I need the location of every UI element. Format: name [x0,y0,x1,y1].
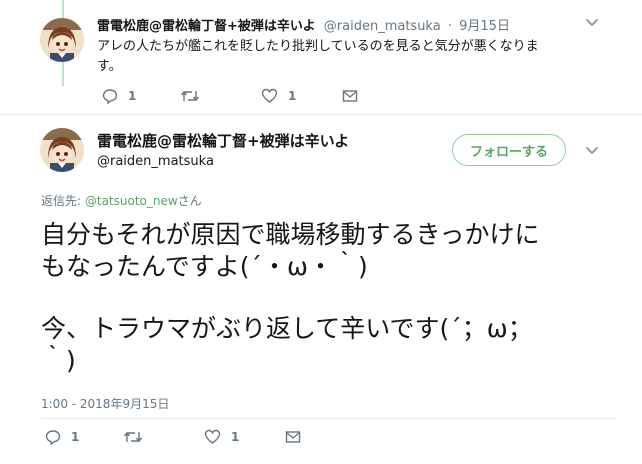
avatar[interactable] [40,128,84,172]
retweet-button[interactable] [123,429,153,445]
display-name[interactable]: 雷電松鹿@雷松輪丁督+被弾は辛いよ [97,19,316,34]
chevron-down-icon[interactable] [585,18,599,28]
like-count: 1 [288,89,297,103]
replying-to: 返信先: @tatsuoto_newさん [41,192,202,209]
like-icon [261,88,278,103]
retweet-icon [123,431,143,443]
tweet-text-line: もなったんですよ(´・ω・｀) [41,252,368,281]
user-handle[interactable]: @raiden_matsuka [324,19,441,34]
reply-button[interactable]: 1 [45,429,79,445]
tweet-text-line: す。 [97,59,122,74]
reply-icon [45,430,61,445]
like-count: 1 [231,430,240,444]
reply-count: 1 [71,430,80,444]
divider [41,418,616,419]
tweet-text-line: 今、トラウマがぶり返して辛いです(´；ω； [41,314,533,343]
tweet-actions: 1 1 [102,88,382,106]
reply-button[interactable]: 1 [102,88,136,104]
follow-button[interactable]: フォローする [452,134,566,166]
tweet-text-line: ｀) [41,346,76,375]
tweet-date[interactable]: 9月15日 [459,19,510,34]
dm-icon [285,431,301,443]
tweet-text-line: 自分もそれが原因で職場移動するきっかけに [41,220,540,249]
like-icon [204,429,221,444]
display-name[interactable]: 雷電松鹿@雷松輪丁督+被弾は辛いよ [97,130,349,151]
avatar[interactable] [40,18,84,62]
user-handle[interactable]: @raiden_matsuka [97,154,214,169]
dot-separator: · [447,19,452,34]
like-button[interactable]: 1 [261,88,296,104]
like-button[interactable]: 1 [204,429,239,445]
tweet-text-line: アレの人たちが艦これを貶したり批判しているのを見ると気分が悪くなりま [97,39,539,54]
tweet-timestamp[interactable]: 1:00 - 2018年9月15日 [41,395,169,412]
chevron-down-icon[interactable] [585,146,599,156]
retweet-button[interactable] [180,88,210,104]
tweet-actions: 1 1 [45,429,325,447]
reply-to-suffix: さん [177,194,202,208]
tweet-header: 雷電松鹿@雷松輪丁督+被弾は辛いよ @raiden_matsuka · 9月15… [97,15,510,34]
dm-button[interactable] [285,429,301,445]
reply-to-prefix: 返信先: [41,194,85,208]
reply-to-handle[interactable]: @tatsuoto_new [85,194,178,208]
retweet-icon [180,90,200,102]
divider [0,114,642,115]
reply-icon [102,89,118,104]
dm-icon [342,90,358,102]
reply-count: 1 [128,89,137,103]
tweet-text: 自分もそれが原因で職場移動するきっかけに もなったんですよ(´・ω・｀) 今、ト… [41,219,616,377]
tweet-text: アレの人たちが艦これを貶したり批判しているのを見ると気分が悪くなりま す。 [97,37,597,77]
dm-button[interactable] [342,88,358,104]
